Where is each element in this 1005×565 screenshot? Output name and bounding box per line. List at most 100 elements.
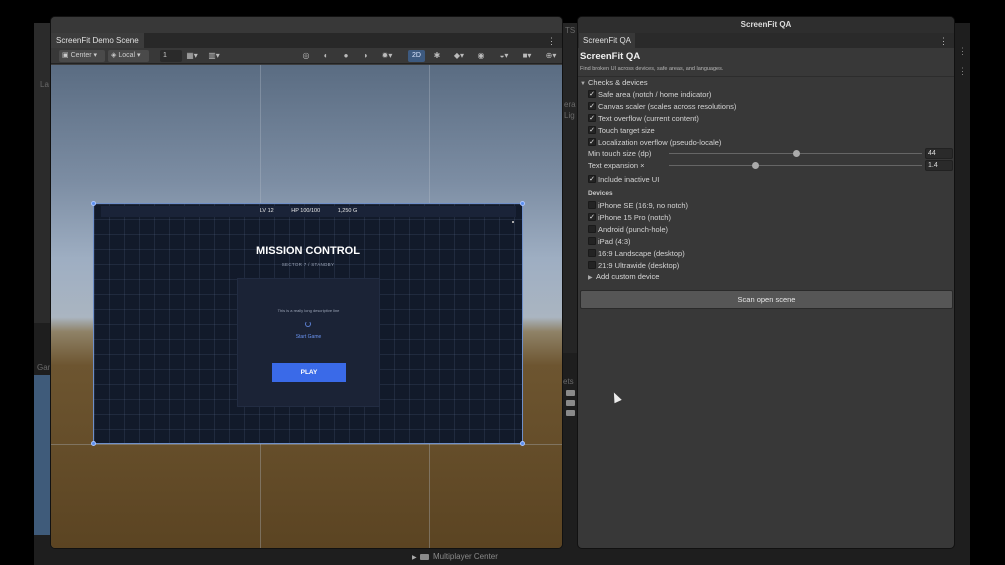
- check-text-overflow[interactable]: ✓ Text overflow (current content): [588, 113, 699, 124]
- gizmos-globe-icon[interactable]: ⊕▾: [541, 50, 561, 62]
- hud-level: LV 12: [259, 208, 274, 214]
- check-canvas-scaler[interactable]: ✓ Canvas scaler (scales across resolution…: [588, 101, 736, 112]
- toggle-2d-button[interactable]: 2D: [408, 50, 425, 62]
- grid-size-field[interactable]: 1: [160, 50, 182, 62]
- folder-icon: [420, 553, 429, 560]
- text-expansion-slider-knob[interactable]: [752, 162, 760, 169]
- bg-kebab-icon: ⋮: [958, 46, 967, 56]
- checkbox[interactable]: ✓: [588, 213, 596, 222]
- check-safe-area[interactable]: ✓ Safe area (notch / home indicator): [588, 89, 711, 100]
- checkbox[interactable]: [588, 237, 596, 246]
- min-touch-label: Min touch size (dp): [588, 149, 652, 158]
- bg-label-camera: era: [564, 100, 576, 109]
- screenfit-subtitle: Find broken UI across devices, safe area…: [580, 66, 724, 72]
- foldout-arrow-icon: ▶: [412, 555, 417, 561]
- mission-title: MISSION CONTROL: [256, 245, 360, 257]
- loading-spinner-icon: [305, 321, 311, 327]
- start-game-link[interactable]: Start Game: [238, 334, 379, 340]
- left-panel-strip: [34, 23, 50, 323]
- section-divider: [578, 76, 954, 77]
- rect-handle-bottom-right[interactable]: [520, 441, 525, 446]
- rect-handle-top-right[interactable]: [520, 201, 525, 206]
- folder-icon: [566, 389, 575, 396]
- text-expansion-value[interactable]: 1.4: [925, 160, 953, 171]
- bg-kebab-icon-2: ⋮: [958, 66, 967, 76]
- min-touch-slider-knob[interactable]: [792, 150, 800, 157]
- rect-handle-top-left[interactable]: [91, 201, 96, 206]
- checkbox[interactable]: ✓: [588, 102, 596, 111]
- pivot-icon: ▣: [62, 52, 71, 59]
- draw-mode-icon[interactable]: ◎: [299, 50, 313, 62]
- play-button[interactable]: PLAY: [272, 363, 346, 382]
- rect-handle-bottom-left[interactable]: [91, 441, 96, 446]
- audio-toggle-icon[interactable]: ◆▾: [449, 50, 469, 62]
- checkbox[interactable]: ✓: [588, 90, 596, 99]
- bg-label-ts: TS: [565, 26, 576, 35]
- hud-bar: LV 12 HP 100/100 1,250 G: [101, 206, 516, 217]
- check-localization[interactable]: ✓ Localization overflow (pseudo-locale): [588, 137, 721, 148]
- bg-label-light: Lig: [564, 111, 575, 120]
- space-dropdown[interactable]: ◈ Local ▾: [108, 50, 149, 62]
- foldout-closed-icon: ▶: [588, 275, 593, 281]
- check-include-inactive[interactable]: ✓ Include inactive UI: [588, 174, 659, 185]
- device-21-9-ultrawide[interactable]: 21:9 Ultrawide (desktop): [588, 260, 679, 271]
- visibility-icon[interactable]: ◉: [474, 50, 488, 62]
- scene-window-titlebar[interactable]: [51, 17, 562, 33]
- camera-icon[interactable]: ■▾: [518, 50, 536, 62]
- checkbox[interactable]: [588, 249, 596, 258]
- screenfit-kebab-icon[interactable]: ⋮: [939, 36, 948, 46]
- hierarchy-item-multiplayer-center[interactable]: ▶ Multiplayer Center: [412, 552, 498, 561]
- sky-icon[interactable]: ◑: [358, 50, 372, 62]
- device-iphone-se[interactable]: iPhone SE (16:9, no notch): [588, 200, 688, 211]
- device-16-9-landscape[interactable]: 16:9 Landscape (desktop): [588, 248, 685, 259]
- text-expansion-slider-row: Text expansion × 1.4: [588, 160, 953, 171]
- checkbox[interactable]: ✓: [588, 126, 596, 135]
- checkbox[interactable]: [588, 225, 596, 234]
- bg-label-game: Gar: [37, 363, 51, 372]
- center-panel-strip: [563, 23, 577, 353]
- text-expansion-slider[interactable]: [669, 162, 922, 169]
- scene-tabbar: ScreenFit Demo Scene ⋮: [51, 33, 562, 48]
- grid-snap-icon[interactable]: ▦▾: [185, 50, 199, 62]
- bg-label-la: La: [40, 80, 49, 89]
- device-android[interactable]: Android (punch-hole): [588, 224, 668, 235]
- foldout-open-icon: ▼: [580, 81, 586, 87]
- checks-foldout[interactable]: ▼ Checks & devices: [580, 78, 648, 89]
- device-ipad[interactable]: iPad (4:3): [588, 236, 631, 247]
- screenfit-tab[interactable]: ScreenFit QA: [579, 33, 636, 48]
- game-preview-strip: [34, 375, 50, 535]
- screenfit-heading: ScreenFit QA: [580, 51, 641, 62]
- increment-snap-icon[interactable]: ▥▾: [207, 50, 221, 62]
- checkbox[interactable]: ✓: [588, 114, 596, 123]
- lighting-toggle-icon[interactable]: ✱: [430, 50, 444, 62]
- scene-window: ScreenFit Demo Scene ⋮ ▣ Center ▾ ◈ Loca…: [50, 16, 563, 549]
- check-touch-target[interactable]: ✓ Touch target size: [588, 125, 655, 136]
- gizmo-settings-icon[interactable]: ✹▾: [377, 50, 397, 62]
- checkbox[interactable]: ✓: [588, 175, 596, 184]
- mission-subtitle: SECTOR 7 / STANDBY: [281, 262, 335, 267]
- scene-viewport[interactable]: LV 12 HP 100/100 1,250 G MISSION CONTROL…: [51, 65, 562, 548]
- ui-canvas-rect[interactable]: LV 12 HP 100/100 1,250 G MISSION CONTROL…: [93, 203, 523, 444]
- device-iphone-15-pro[interactable]: ✓ iPhone 15 Pro (notch): [588, 212, 671, 223]
- screenfit-window: ScreenFit QA ScreenFit QA ⋮ ScreenFit QA…: [577, 16, 955, 549]
- effects-icon[interactable]: ◒▾: [494, 50, 514, 62]
- screenfit-tabbar: ScreenFit QA ⋮: [578, 33, 954, 48]
- min-touch-value[interactable]: 44: [925, 148, 953, 159]
- scene-toolbar: ▣ Center ▾ ◈ Local ▾ 1 ▦▾ ▥▾ ◎ ◐ ● ◑ ✹▾ …: [51, 48, 562, 64]
- checkbox[interactable]: ✓: [588, 138, 596, 147]
- min-touch-slider[interactable]: [669, 150, 922, 157]
- checkbox[interactable]: [588, 261, 596, 270]
- corner-dot: [512, 221, 514, 223]
- checkbox[interactable]: [588, 201, 596, 210]
- screenfit-body: ScreenFit QA Find broken UI across devic…: [578, 48, 954, 548]
- card-description: This is a really long descriptive line: [277, 308, 340, 313]
- pivot-dropdown[interactable]: ▣ Center ▾: [59, 50, 105, 62]
- lit-sphere-icon[interactable]: ●: [339, 50, 353, 62]
- grid-line: [51, 444, 562, 445]
- shading-icon[interactable]: ◐: [319, 50, 333, 62]
- screenfit-window-title[interactable]: ScreenFit QA: [578, 17, 954, 33]
- add-custom-device-foldout[interactable]: ▶ Add custom device: [588, 272, 659, 283]
- scene-kebab-icon[interactable]: ⋮: [547, 36, 556, 46]
- scene-tab[interactable]: ScreenFit Demo Scene: [51, 33, 144, 48]
- scan-open-scene-button[interactable]: Scan open scene: [580, 290, 953, 309]
